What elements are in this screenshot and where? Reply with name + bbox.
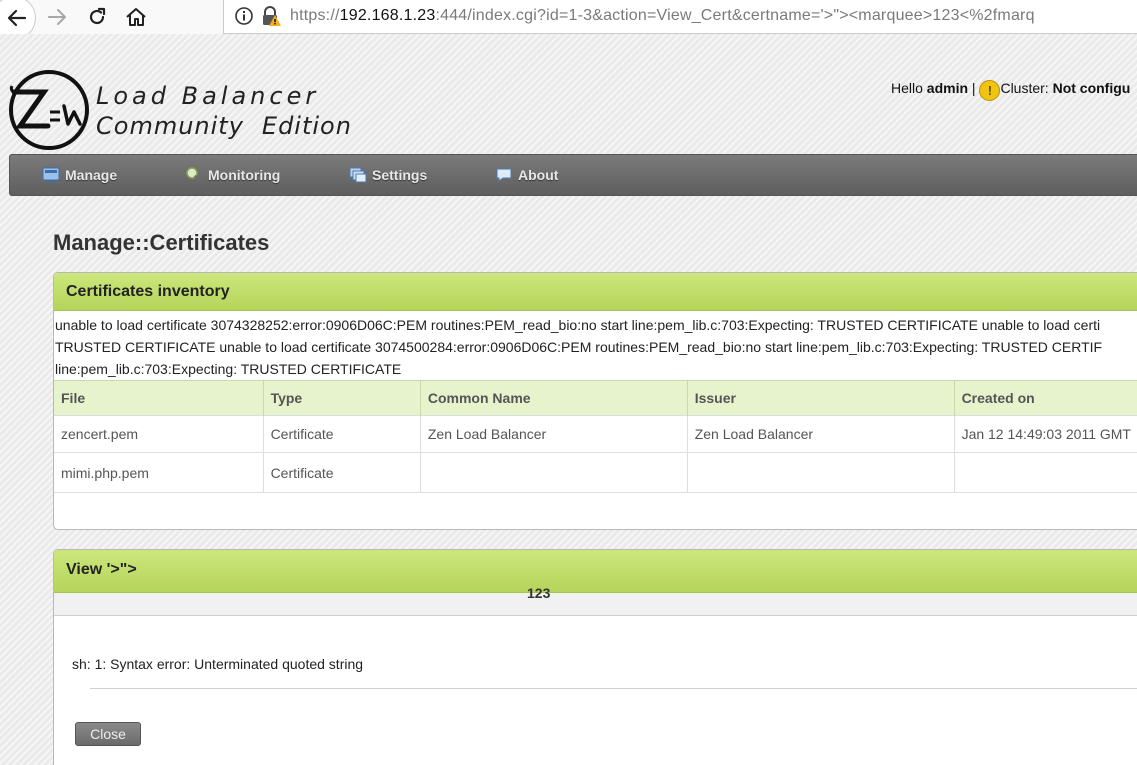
menu-manage[interactable]: Manage	[42, 164, 117, 186]
injected-marquee: 123	[54, 585, 1137, 616]
cluster-label: Cluster:	[1000, 80, 1049, 96]
menu-settings[interactable]: Settings	[349, 164, 427, 186]
marquee-text: 123	[527, 585, 551, 601]
cell-issuer	[687, 452, 955, 493]
home-button[interactable]	[119, 0, 153, 34]
about-icon	[496, 168, 512, 182]
logo-subtitle: Community Edition	[96, 112, 352, 140]
panel-header: View '>">	[54, 550, 1137, 593]
cell-file: mimi.php.pem	[54, 452, 264, 493]
forward-arrow-icon	[48, 9, 66, 25]
cell-created-on: Jan 12 14:49:03 2011 GMT	[954, 415, 1137, 453]
settings-icon	[349, 167, 367, 183]
zen-logo-icon	[9, 70, 89, 150]
cell-type: Certificate	[263, 415, 421, 453]
error-line: line:pem_lib.c:703:Expecting: TRUSTED CE…	[55, 361, 402, 377]
column-header-issuer: Issuer	[687, 380, 955, 416]
table-row[interactable]: zencert.pem Certificate Zen Load Balance…	[54, 415, 1137, 453]
forward-button[interactable]	[40, 0, 74, 34]
username: admin	[926, 80, 969, 96]
page-title: Manage::Certificates	[53, 230, 270, 255]
menu-about[interactable]: About	[495, 164, 558, 186]
browser-toolbar: https://192.168.1.23:444/index.cgi?id=1-…	[0, 0, 1137, 40]
view-title: View '>">	[66, 561, 137, 578]
cell-file: zencert.pem	[54, 415, 264, 453]
cell-issuer: Zen Load Balancer	[687, 415, 955, 453]
back-arrow-icon	[7, 9, 27, 27]
home-icon	[126, 8, 146, 26]
cell-common-name: Zen Load Balancer	[420, 415, 688, 453]
cluster-status[interactable]: Not configu	[1053, 80, 1131, 96]
zen-logo[interactable]: Load Balancer Community Edition	[6, 68, 351, 152]
warning-icon: !	[979, 80, 1001, 101]
column-header-type: Type	[263, 380, 421, 416]
address-bar[interactable]: https://192.168.1.23:444/index.cgi?id=1-…	[223, 0, 1137, 34]
page-body: Load Balancer Community Edition Hello adm…	[0, 34, 1137, 765]
table-row[interactable]: mimi.php.pem Certificate	[54, 452, 1137, 493]
url-text: https://192.168.1.23:444/index.cgi?id=1-…	[290, 7, 1035, 24]
insecure-lock-icon[interactable]	[260, 6, 282, 28]
certificates-table: File Type Common Name Issuer Created on …	[54, 380, 1137, 493]
reload-icon	[89, 7, 106, 25]
info-icon[interactable]	[234, 6, 254, 26]
certificate-error-output: unable to load certificate 3074328252:er…	[54, 311, 1137, 380]
panel-header: Certificates inventory	[54, 273, 1137, 311]
logo-title: Load Balancer	[96, 82, 320, 110]
table-header-row: File Type Common Name Issuer Created on	[54, 380, 1137, 416]
monitoring-icon	[186, 167, 203, 183]
certificates-inventory-panel: Certificates inventory unable to load ce…	[53, 272, 1137, 530]
column-header-common-name: Common Name	[420, 380, 688, 416]
reload-button[interactable]	[80, 0, 114, 34]
error-line: unable to load certificate 3074328252:er…	[55, 317, 1101, 333]
cell-common-name	[420, 452, 688, 493]
main-menu: Manage Monitoring Settings About	[9, 154, 1137, 196]
error-line: TRUSTED CERTIFICATE unable to load certi…	[55, 339, 1103, 355]
divider	[90, 688, 1137, 689]
manage-icon	[42, 167, 60, 182]
menu-monitoring[interactable]: Monitoring	[185, 164, 280, 186]
cell-type: Certificate	[263, 452, 421, 493]
column-header-file: File	[54, 380, 264, 416]
panel-title: Certificates inventory	[66, 283, 230, 300]
user-status: Hello admin | ! Cluster: Not configu	[891, 80, 1130, 101]
close-button[interactable]: Close	[75, 722, 141, 746]
view-certificate-panel: View '>"> 123 sh: 1: Syntax error: Unter…	[53, 549, 1137, 765]
shell-error-message: sh: 1: Syntax error: Unterminated quoted…	[72, 656, 364, 672]
cell-created-on	[954, 452, 1137, 493]
column-header-created-on: Created on	[954, 380, 1137, 416]
